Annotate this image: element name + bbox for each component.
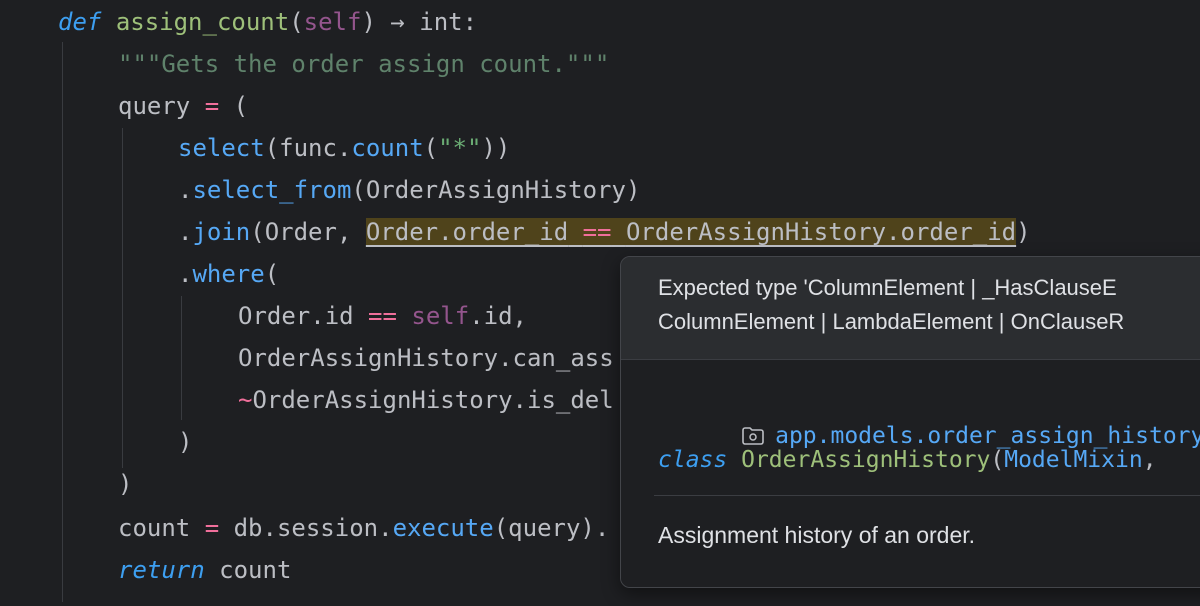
documentation-section: app.models.order_assign_history class Or…	[621, 360, 1200, 587]
tilde-operator: ~	[238, 386, 253, 414]
class-keyword: class	[658, 447, 728, 473]
class-open-paren: (	[990, 447, 1005, 473]
code-line-count: count = db.session.execute(query).	[118, 508, 609, 548]
select-from-call: select_from	[192, 176, 352, 204]
class-base[interactable]: ModelMixin	[1004, 447, 1142, 473]
error-message-line-1: Expected type 'ColumnElement | _HasClaus…	[658, 275, 1117, 300]
join-left: Order.order_id	[365, 218, 569, 246]
indent-guide	[122, 128, 123, 468]
history-class-ref: OrderAssignHistory	[365, 176, 626, 204]
count-call: count	[351, 134, 424, 162]
inspection-popup[interactable]: Expected type 'ColumnElement | _HasClaus…	[620, 256, 1200, 588]
db-session: db.session.	[233, 514, 393, 542]
join-right: OrderAssignHistory.order_id	[625, 218, 1017, 246]
code-line-return: return count	[118, 550, 291, 590]
count-variable: count	[118, 514, 191, 542]
join-eq-operator: ==	[582, 218, 612, 246]
query-variable: query	[118, 92, 191, 120]
code-line-select: select(func.count("*"))	[178, 134, 511, 162]
folder-icon	[742, 427, 764, 445]
class-name: OrderAssignHistory	[741, 447, 991, 473]
return-value: count	[219, 556, 292, 584]
star-string: "*"	[438, 134, 482, 162]
return-type: int:	[419, 8, 478, 36]
code-line-cond2: OrderAssignHistory.can_ass	[238, 344, 614, 372]
code-line-cond3: ~OrderAssignHistory.is_del	[238, 380, 614, 420]
join-condition-highlight[interactable]: Order.order_id == OrderAssignHistory.ord…	[365, 218, 1017, 246]
cond1-left: Order.id	[238, 302, 354, 330]
where-call: where	[192, 260, 265, 288]
docstring: """Gets the order assign count."""	[118, 50, 610, 78]
code-line-where: .where(	[178, 260, 280, 288]
code-line-def: def assign_count(self) → int:	[58, 8, 478, 36]
self-param: self	[303, 8, 362, 36]
open-paren: (	[233, 92, 249, 120]
assign-operator: =	[204, 92, 220, 120]
cond1-attr: .id,	[469, 302, 527, 330]
module-link[interactable]: app.models.order_assign_history	[658, 388, 1200, 449]
doc-divider	[654, 495, 1200, 496]
code-line-close-query: )	[118, 470, 133, 498]
execute-call: execute	[392, 514, 494, 542]
func-object: func	[279, 134, 337, 162]
execute-arg: (query).	[493, 514, 610, 542]
function-name: assign_count	[115, 8, 290, 36]
cond3-expr: OrderAssignHistory.is_del	[252, 386, 614, 414]
code-line-join: .join(Order, Order.order_id == OrderAssi…	[178, 218, 1031, 246]
cond1-self: self	[411, 302, 470, 330]
count-assign-operator: =	[204, 514, 220, 542]
class-signature: class OrderAssignHistory(ModelMixin,	[658, 444, 1157, 476]
return-keyword: return	[118, 556, 205, 584]
code-line-cond1: Order.id == self.id,	[238, 296, 527, 336]
order-class-ref: Order	[264, 218, 337, 246]
code-line-select-from: .select_from(OrderAssignHistory)	[178, 176, 641, 204]
class-rest: ,	[1142, 447, 1157, 473]
code-line-query: query = (	[118, 86, 248, 126]
indent-guide	[62, 42, 63, 602]
join-call: join	[192, 218, 251, 246]
cond1-operator: ==	[368, 302, 397, 330]
select-call: select	[178, 134, 265, 162]
error-message-line-2: ColumnElement | LambdaElement | OnClause…	[658, 309, 1125, 334]
class-docstring: Assignment history of an order.	[658, 522, 976, 548]
def-keyword: def	[58, 8, 102, 36]
type-error-section: Expected type 'ColumnElement | _HasClaus…	[621, 257, 1200, 360]
indent-guide	[181, 296, 182, 420]
code-line-close-where: )	[178, 428, 193, 456]
arrow: →	[390, 8, 405, 36]
